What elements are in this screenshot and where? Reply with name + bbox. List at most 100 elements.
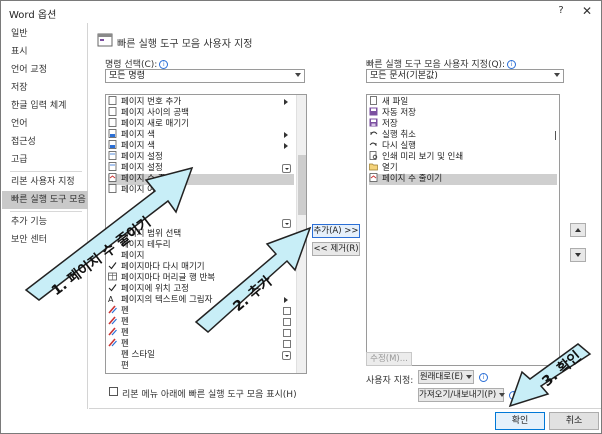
sidebar-item-trust-center[interactable]: 보안 센터 <box>2 231 88 249</box>
scroll-thumb[interactable] <box>298 155 306 215</box>
command-label: 펜 <box>121 328 129 338</box>
sidebar-item-general[interactable]: 일반 <box>2 25 88 43</box>
command-list-item[interactable]: 페이지에 위치 고정 <box>108 284 294 295</box>
command-list-item[interactable]: 페이지 범위 선택 <box>108 229 294 240</box>
blank-icon <box>108 195 117 204</box>
move-up-button[interactable] <box>570 223 586 237</box>
page-color-icon <box>108 129 117 138</box>
check-icon <box>108 262 117 270</box>
toolbar-list-item[interactable]: 열기 <box>369 163 557 174</box>
command-list-item[interactable]: 페이지 색 <box>108 129 294 141</box>
pen-checkbox-icon <box>283 318 291 326</box>
command-label: 페이지 범위 선택 <box>121 229 182 239</box>
command-list-item[interactable] <box>108 196 294 207</box>
autosave-icon <box>369 107 378 116</box>
import-export-button[interactable]: 가져오기/내보내기(P) <box>418 388 506 402</box>
sidebar-item-quick-access-toolbar[interactable]: 빠른 실행 도구 모음 <box>2 191 88 209</box>
sidebar-item-advanced[interactable]: 고급 <box>2 151 88 169</box>
command-list-item[interactable]: 페이지 설정 <box>108 151 294 163</box>
show-below-ribbon-checkbox[interactable] <box>109 387 118 396</box>
toolbar-item-label: 자동 저장 <box>382 108 416 118</box>
blank-icon <box>108 360 117 369</box>
add-button[interactable]: 추가(A) >> <box>312 224 360 238</box>
show-below-ribbon-label: 리본 메뉴 아래에 빠른 실행 도구 모음 표시(H) <box>122 390 297 400</box>
toolbar-list-item[interactable]: 페이지 수 줄이기 <box>369 173 557 185</box>
command-list-item[interactable]: 페이지 설정 <box>108 162 294 174</box>
move-down-button[interactable] <box>570 248 586 262</box>
command-list-item[interactable]: 펜 <box>108 316 294 328</box>
sidebar-item-accessibility[interactable]: 접근성 <box>2 133 88 151</box>
cancel-button[interactable]: 취소 <box>549 412 599 430</box>
command-list-item[interactable]: 페이지 테두리 <box>108 240 294 251</box>
dropdown-indicator-icon <box>282 219 291 228</box>
shrink-page-icon <box>108 173 117 182</box>
toolbar-item-label: 새 파일 <box>382 97 409 107</box>
toolbar-item-label: 인쇄 미리 보기 및 인쇄 <box>382 152 464 162</box>
toolbar-list-item[interactable]: 자동 저장 <box>369 107 557 119</box>
command-list-item[interactable]: 페이지 여백 <box>108 184 294 196</box>
command-list-item[interactable]: 페이지마다 다시 매기기 <box>108 262 294 273</box>
remove-button[interactable]: << 제거(R) <box>312 242 360 256</box>
command-list-item[interactable] <box>108 218 294 229</box>
chevron-down-icon <box>295 73 301 77</box>
sidebar-item-language[interactable]: 언어 <box>2 115 88 133</box>
command-list-item[interactable]: 편 <box>108 361 294 372</box>
command-list-scrollbar[interactable] <box>296 95 306 373</box>
pen-icon <box>108 316 117 325</box>
command-list-item[interactable]: 페이지 <box>108 251 294 262</box>
toolbar-list-item[interactable]: 다시 실행 <box>369 141 557 152</box>
command-label: 페이지 설정 <box>121 163 163 173</box>
command-list-item[interactable]: 페이지 사이의 공백 <box>108 107 294 119</box>
modify-button[interactable]: 수정(M)... <box>366 352 412 366</box>
sidebar-item-display[interactable]: 표시 <box>2 43 88 61</box>
command-list-item[interactable]: 펜 <box>108 305 294 317</box>
command-label: 페이지 사이의 공백 <box>121 108 189 118</box>
sidebar-item-proofing[interactable]: 언어 교정 <box>2 61 88 79</box>
command-list-item[interactable]: 페이지마다 머리글 행 반복 <box>108 272 294 284</box>
chevron-down-icon <box>554 73 560 77</box>
toolbar-list-item[interactable]: 저장 <box>369 118 557 130</box>
triangle-down-icon <box>575 253 581 257</box>
command-list-item[interactable]: 펜 스타일 <box>108 350 294 361</box>
info-icon: i <box>479 373 488 382</box>
print-preview-icon <box>369 151 378 160</box>
page-color-icon <box>108 140 117 149</box>
command-list-item[interactable] <box>108 207 294 218</box>
command-list-item[interactable]: 페이지 수 줄이기 <box>108 173 294 185</box>
pen-checkbox-icon <box>283 307 291 315</box>
ok-button[interactable]: 확인 <box>495 412 545 430</box>
command-list-item[interactable]: 페이지 색 <box>108 140 294 152</box>
command-list-item[interactable]: 페이지 새로 매기기 <box>108 118 294 130</box>
command-list[interactable]: 페이지 번호 추가 페이지 사이의 공백 페이지 새로 매기기 페이지 색 페이지 색페… <box>105 94 307 374</box>
close-button[interactable]: ✕ <box>579 4 595 20</box>
word-options-dialog: Word 옵션 ? ✕ 일반 표시 언어 교정 저장 한글 입력 체계 언어 접… <box>0 0 602 434</box>
command-label: 페이지 <box>121 251 145 261</box>
title-bar: Word 옵션 ? ✕ <box>1 1 601 23</box>
toolbar-list-item[interactable]: 새 파일 <box>369 96 557 108</box>
toolbar-list[interactable]: 새 파일 자동 저장 저장 실행 취소 다시 실행 인쇄 미리 보기 및 인쇄 열기 페이지 … <box>366 94 560 366</box>
reset-button[interactable]: 원래대로(E) <box>418 370 474 384</box>
info-icon: i <box>509 391 518 400</box>
command-category-combo[interactable]: 모든 명령 <box>105 69 305 83</box>
toolbar-list-item[interactable]: 인쇄 미리 보기 및 인쇄 <box>369 151 557 163</box>
command-category-value: 모든 명령 <box>109 71 145 81</box>
command-label: 편 <box>121 361 129 371</box>
footer-divider <box>89 408 601 409</box>
submenu-arrow-icon <box>284 143 288 149</box>
sidebar-item-add-ins[interactable]: 추가 기능 <box>2 213 88 231</box>
command-list-item[interactable]: 페이지 번호 추가 <box>108 96 294 108</box>
document-scope-combo[interactable]: 모든 문서(기본값) <box>366 69 564 83</box>
command-list-item[interactable]: A 페이지의 텍스트에 그림자 <box>108 295 294 306</box>
toolbar-item-label: 페이지 수 줄이기 <box>382 174 443 184</box>
toolbar-item-label: 다시 실행 <box>382 141 416 151</box>
sidebar-item-customize-ribbon[interactable]: 리본 사용자 지정 <box>2 173 88 191</box>
sidebar-item-hangul-input[interactable]: 한글 입력 체계 <box>2 97 88 115</box>
sidebar-item-save[interactable]: 저장 <box>2 79 88 97</box>
help-button[interactable]: ? <box>554 5 568 19</box>
new-file-icon <box>370 96 377 105</box>
command-list-item[interactable]: 펜 <box>108 327 294 339</box>
command-label: 페이지 색 <box>121 130 155 140</box>
command-list-item[interactable]: 펜 <box>108 338 294 350</box>
command-label: 페이지 번호 추가 <box>121 97 182 107</box>
toolbar-list-item[interactable]: 실행 취소 <box>369 130 557 141</box>
